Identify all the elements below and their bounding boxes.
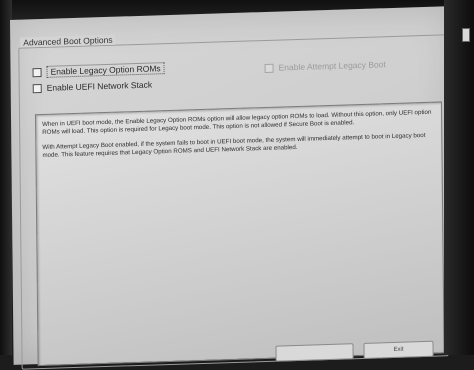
checkbox-box[interactable] <box>32 67 42 77</box>
help-text: When in UEFI boot mode, the Enable Legac… <box>42 109 435 167</box>
checkbox-box <box>264 63 274 73</box>
bottom-button-placeholder[interactable] <box>275 343 354 362</box>
bios-settings-window: Advanced Boot Options Enable Legacy Opti… <box>10 6 459 370</box>
checkbox-box[interactable] <box>32 83 42 93</box>
exit-button[interactable]: Exit <box>363 340 434 359</box>
window-edge-control <box>462 28 470 42</box>
monitor-bezel-right <box>444 0 474 355</box>
help-description-panel: When in UEFI boot mode, the Enable Legac… <box>34 101 445 367</box>
